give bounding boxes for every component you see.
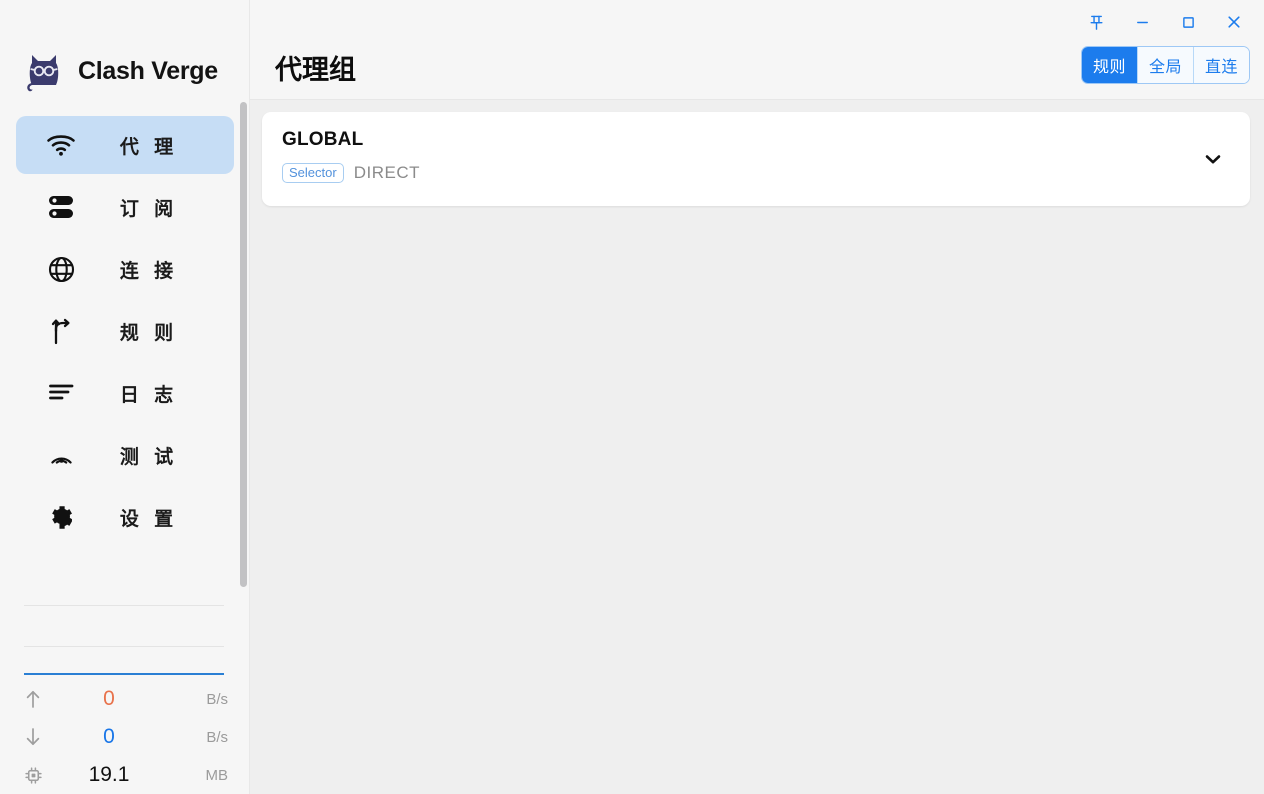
- sidebar-item-label: 连 接: [119, 260, 179, 282]
- sidebar-item-proxies[interactable]: 代 理: [16, 116, 234, 174]
- divider-line: [24, 646, 224, 647]
- sidebar-item-profiles[interactable]: 订 阅: [16, 178, 234, 236]
- sidebar-chart-area: [24, 605, 224, 675]
- upload-speed-value: 0: [103, 687, 115, 710]
- proxy-group-name: GLOBAL: [282, 129, 364, 150]
- window-controls: [1076, 8, 1254, 36]
- proxy-mode-toggle-group: 规则 全局 直连: [1080, 46, 1250, 84]
- app-window: Clash Verge 代 理 订 阅 连 接 规 则 日 志 测 试 设 置 …: [0, 0, 1264, 794]
- memory-usage-value: 19.1: [88, 763, 130, 786]
- proxy-group-card[interactable]: GLOBAL Selector DIRECT: [262, 112, 1250, 206]
- sidebar-scrollbar[interactable]: [240, 102, 247, 587]
- sidebar-item-test[interactable]: 测 试: [16, 426, 234, 484]
- maximize-icon[interactable]: [1168, 8, 1208, 36]
- app-brand: Clash Verge: [0, 0, 250, 100]
- status-badge: Selector: [282, 163, 344, 183]
- divider-line: [24, 605, 224, 606]
- page-title: 代理组: [275, 55, 356, 85]
- wifi-icon: [36, 133, 86, 157]
- page-header: 代理组 规则 全局 直连: [250, 0, 1264, 100]
- sidebar-item-label: 代 理: [119, 136, 179, 158]
- sidebar-item-label: 测 试: [119, 446, 179, 468]
- download-speed-value: 0: [103, 725, 115, 748]
- arrow-up-icon: [24, 689, 52, 709]
- memory-chip-icon: [24, 766, 52, 785]
- arrow-down-icon: [24, 727, 52, 747]
- download-speed-unit: B/s: [206, 728, 228, 746]
- mode-button-rule[interactable]: 规则: [1081, 47, 1138, 83]
- minimize-icon[interactable]: [1122, 8, 1162, 36]
- server-icon: [36, 194, 86, 220]
- sidebar-item-label: 日 志: [119, 384, 179, 406]
- radar-signal-icon: [36, 442, 86, 469]
- traffic-stats: 0 B/s 0 B/s 19.1 MB: [0, 680, 250, 794]
- stat-row-download: 0 B/s: [0, 718, 250, 756]
- sidebar-item-label: 设 置: [119, 508, 179, 530]
- close-icon[interactable]: [1214, 8, 1254, 36]
- globe-icon: [36, 256, 86, 283]
- proxy-group-current: DIRECT: [353, 163, 420, 182]
- app-title: Clash Verge: [78, 56, 218, 85]
- sidebar-item-settings[interactable]: 设 置: [16, 488, 234, 546]
- stat-row-memory: 19.1 MB: [0, 756, 250, 794]
- sidebar-item-logs[interactable]: 日 志: [16, 364, 234, 422]
- gear-icon: [36, 504, 86, 531]
- sidebar: Clash Verge 代 理 订 阅 连 接 规 则 日 志 测 试 设 置 …: [0, 0, 250, 794]
- sidebar-item-rules[interactable]: 规 则: [16, 302, 234, 360]
- mode-button-global[interactable]: 全局: [1137, 47, 1194, 83]
- upload-speed-unit: B/s: [206, 690, 228, 708]
- mode-button-direct[interactable]: 直连: [1193, 47, 1249, 83]
- stat-row-upload: 0 B/s: [0, 680, 250, 718]
- proxy-group-meta: Selector DIRECT: [282, 163, 1230, 183]
- list-lines-icon: [36, 382, 86, 404]
- main-area: 代理组 规则 全局 直连 GLOBAL Selector DIRECT: [250, 0, 1264, 794]
- chevron-down-icon[interactable]: [1202, 148, 1224, 175]
- sidebar-item-connections[interactable]: 连 接: [16, 240, 234, 298]
- route-fork-icon: [36, 317, 86, 345]
- memory-usage-unit: MB: [205, 766, 229, 784]
- sidebar-nav: 代 理 订 阅 连 接 规 则 日 志 测 试 设 置: [0, 116, 250, 546]
- cat-logo-icon: [24, 49, 64, 93]
- proxy-group-list: GLOBAL Selector DIRECT: [250, 100, 1264, 206]
- pin-icon[interactable]: [1076, 8, 1116, 36]
- sidebar-item-label: 规 则: [119, 322, 179, 344]
- sidebar-item-label: 订 阅: [119, 198, 179, 220]
- traffic-baseline: [24, 673, 224, 675]
